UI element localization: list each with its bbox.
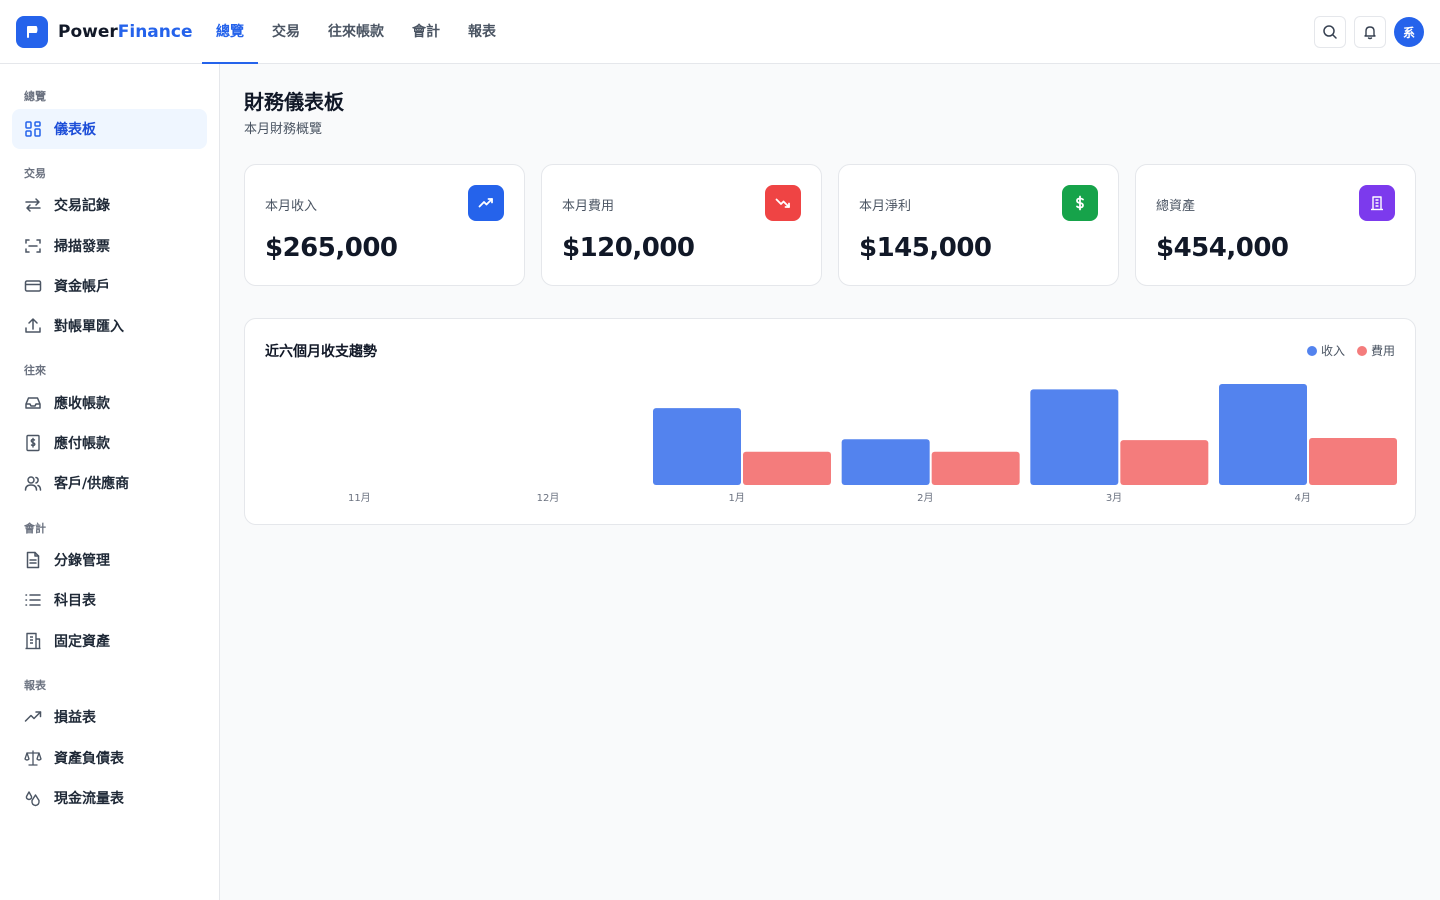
search-button[interactable]: [1314, 16, 1346, 48]
sidebar-item-label: 資金帳戶: [54, 279, 110, 295]
credit-card-icon: [24, 277, 42, 295]
user-avatar[interactable]: 系: [1394, 17, 1424, 47]
trending-down-icon: [765, 185, 801, 221]
bell-icon: [1364, 26, 1376, 40]
topnav-accounts[interactable]: 往來帳款: [314, 0, 398, 64]
x-tick-label: 4月: [1294, 492, 1310, 504]
brand-part-1: Power: [58, 22, 118, 42]
sidebar-item-label: 掃描發票: [54, 239, 110, 255]
bar-income-2: [653, 408, 741, 485]
sidebar-item-label: 分錄管理: [54, 553, 110, 569]
sidebar-item-label: 對帳單匯入: [54, 319, 124, 335]
notifications-button[interactable]: [1354, 16, 1386, 48]
sidebar-item-label: 資產負債表: [54, 751, 124, 767]
droplets-icon: [24, 789, 42, 807]
brand-part-2: Finance: [117, 22, 193, 42]
sidebar-item-transaction-records[interactable]: 交易記錄: [12, 185, 207, 225]
sidebar-item-journal-entries[interactable]: 分錄管理: [12, 540, 207, 580]
transfer-icon: [24, 196, 42, 214]
bar-expense-5: [1309, 438, 1397, 485]
building-icon: [24, 632, 42, 650]
sidebar-section-accounting: 會計: [24, 522, 46, 535]
sidebar-item-label: 科目表: [54, 593, 96, 609]
list-icon: [24, 591, 42, 609]
x-tick-label: 12月: [537, 492, 560, 504]
trending-up-icon: [24, 708, 42, 726]
x-tick-label: 2月: [917, 492, 933, 504]
building-icon: [1359, 185, 1395, 221]
sidebar-item-fixed-assets[interactable]: 固定資產: [12, 621, 207, 661]
sidebar-item-statement-import[interactable]: 對帳單匯入: [12, 306, 207, 346]
sidebar-section-counterparties: 往來: [24, 364, 46, 377]
x-tick-label: 1月: [728, 492, 744, 504]
sidebar-item-scan-invoice[interactable]: 掃描發票: [12, 226, 207, 266]
sidebar-item-label: 客戶/供應商: [54, 476, 130, 492]
dollar-icon: [1062, 185, 1098, 221]
scale-icon: [24, 749, 42, 767]
inbox-icon: [24, 394, 42, 412]
stat-card-label: 總資產: [1156, 199, 1196, 214]
sidebar: 總覽 儀表板 交易 交易記錄 掃描發票 資金帳戶 對帳單匯入 往來 應收帳款 應…: [0, 64, 220, 900]
sidebar-item-label: 固定資產: [54, 634, 110, 650]
bar-income-5: [1219, 383, 1307, 485]
stat-card-value: $120,000: [562, 233, 695, 263]
sidebar-item-balance-sheet[interactable]: 資產負債表: [12, 738, 207, 778]
topnav-overview[interactable]: 總覽: [202, 0, 258, 64]
stat-card-net-profit: 本月淨利 $145,000: [838, 164, 1119, 286]
sidebar-section-reports: 報表: [24, 679, 46, 692]
page-title: 財務儀表板: [244, 90, 344, 114]
stat-card-label: 本月淨利: [859, 199, 912, 214]
dashboard-icon: [24, 120, 42, 138]
sidebar-item-income-statement[interactable]: 損益表: [12, 697, 207, 737]
sidebar-item-label: 交易記錄: [54, 198, 110, 214]
scan-icon: [24, 237, 42, 255]
bar-chart: 11月 12月 1月 2月 3月 4月: [348, 383, 1397, 504]
page-subtitle: 本月財務概覽: [244, 122, 323, 137]
stat-card-total-assets: 總資產 $454,000: [1135, 164, 1416, 286]
sidebar-item-label: 儀表板: [54, 122, 96, 138]
topnav-accounting[interactable]: 會計: [398, 0, 454, 64]
topnav-transactions[interactable]: 交易: [258, 0, 314, 64]
bar-expense-3: [931, 451, 1020, 485]
trend-chart-card: 近六個月收支趨勢 收入 費用 11月 12月 1月 2月 3月 4月: [244, 318, 1416, 525]
bar-income-3: [841, 439, 930, 485]
sidebar-item-payables[interactable]: 應付帳款: [12, 423, 207, 463]
bar-income-4: [1030, 389, 1119, 485]
brand-name[interactable]: PowerFinance: [58, 20, 193, 44]
flag-icon: [27, 26, 38, 38]
upload-icon: [24, 317, 42, 335]
sidebar-item-fund-accounts[interactable]: 資金帳戶: [12, 266, 207, 306]
top-nav: 總覽 交易 往來帳款 會計 報表: [202, 0, 510, 64]
stat-card-value: $454,000: [1156, 233, 1289, 263]
search-icon: [1323, 25, 1337, 39]
sidebar-section-overview: 總覽: [24, 90, 46, 103]
stat-card-label: 本月費用: [562, 199, 615, 214]
sidebar-item-label: 損益表: [54, 710, 96, 726]
top-header: PowerFinance 總覽 交易 往來帳款 會計 報表 系: [0, 0, 1440, 64]
x-tick-label: 3月: [1106, 492, 1122, 504]
app-logo[interactable]: [16, 16, 48, 48]
stat-card-expense: 本月費用 $120,000: [541, 164, 822, 286]
sidebar-item-label: 應收帳款: [54, 396, 110, 412]
bar-expense-4: [1120, 440, 1209, 485]
sidebar-item-label: 應付帳款: [54, 436, 110, 452]
stat-card-value: $145,000: [859, 233, 992, 263]
stat-card-label: 本月收入: [265, 199, 318, 214]
x-tick-label: 11月: [348, 492, 371, 504]
receipt-dollar-icon: [24, 434, 42, 452]
bar-expense-2: [743, 451, 831, 485]
sidebar-item-chart-of-accounts[interactable]: 科目表: [12, 580, 207, 620]
sidebar-item-label: 現金流量表: [54, 791, 124, 807]
users-icon: [24, 474, 42, 492]
sidebar-section-transactions: 交易: [24, 167, 46, 180]
trending-up-icon: [468, 185, 504, 221]
sidebar-item-receivables[interactable]: 應收帳款: [12, 383, 207, 423]
stat-card-value: $265,000: [265, 233, 398, 263]
stat-card-income: 本月收入 $265,000: [244, 164, 525, 286]
sidebar-item-dashboard[interactable]: 儀表板: [12, 109, 207, 149]
file-text-icon: [24, 551, 42, 569]
sidebar-item-customers-suppliers[interactable]: 客戶/供應商: [12, 463, 207, 503]
topnav-reports[interactable]: 報表: [454, 0, 510, 64]
sidebar-item-cash-flow[interactable]: 現金流量表: [12, 778, 207, 818]
